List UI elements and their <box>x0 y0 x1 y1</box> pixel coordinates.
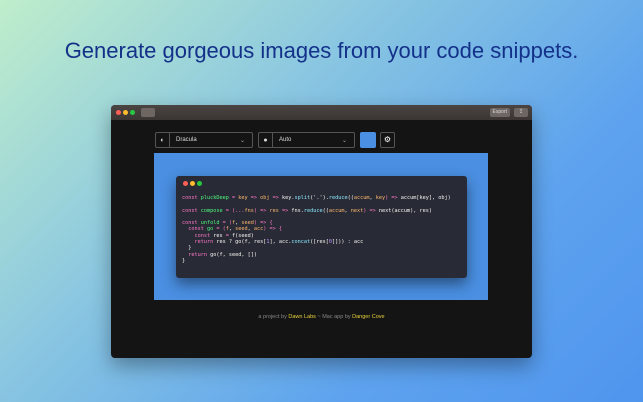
footer-text: a project by <box>258 314 289 320</box>
theme-dropdown[interactable]: ◐ Dracula ⌄ <box>155 132 253 148</box>
code-token: = ( <box>219 220 232 227</box>
code-token: } <box>182 257 186 264</box>
code-window[interactable]: const pluckDeep = key => obj => key.spli… <box>176 176 467 278</box>
code-token: accum[key], obj) <box>400 195 451 201</box>
code-token: key <box>375 195 386 201</box>
danger-cove-link[interactable]: Danger Cove <box>352 314 384 320</box>
language-value: Auto <box>279 137 292 143</box>
background-color-picker[interactable] <box>360 132 376 148</box>
theme-value: Dracula <box>176 137 197 143</box>
code-token: ) => <box>363 207 379 214</box>
code-token: res <box>213 232 223 239</box>
code-line: const pluckDeep = key => obj => key.spli… <box>182 195 451 201</box>
code-token: key <box>238 195 248 201</box>
share-icon[interactable]: ⇪ <box>514 108 528 117</box>
code-token: ([res[ <box>310 239 329 246</box>
red-dot-icon <box>183 181 188 186</box>
code-token: => <box>247 195 261 201</box>
code-token: go(f, seed, []) <box>210 251 257 258</box>
chevron-down-icon: ⌄ <box>342 137 348 144</box>
code-token: key. <box>281 195 295 201</box>
dawn-labs-link[interactable]: Dawn Labs <box>288 314 316 320</box>
code-token: } <box>182 245 192 252</box>
chevron-down-icon: ⌄ <box>240 137 246 144</box>
code-token: seed <box>235 226 248 233</box>
code-token: reduce <box>303 207 323 214</box>
headline: Generate gorgeous images from your code … <box>64 38 579 63</box>
language-dropdown[interactable]: ● Auto ⌄ <box>258 132 355 148</box>
code-token: ) => <box>385 195 401 201</box>
code-token: => <box>278 207 292 214</box>
green-dot-icon <box>197 181 202 186</box>
code-token: = <box>222 232 232 239</box>
settings-button[interactable]: ⚙ <box>380 132 395 148</box>
code-token: ) => { <box>263 226 282 233</box>
code-line: const compose = (...fns) => res => fns.r… <box>182 208 451 214</box>
code-token: next <box>350 207 364 214</box>
code-token: ) => <box>253 207 270 214</box>
code-line: } <box>182 258 451 264</box>
code-token: split <box>294 195 311 201</box>
zoom-button[interactable] <box>130 110 135 115</box>
close-button[interactable] <box>116 110 121 115</box>
code-token: const <box>182 220 201 227</box>
globe-icon: ● <box>259 133 273 147</box>
yellow-dot-icon <box>190 181 195 186</box>
minimize-button[interactable] <box>123 110 128 115</box>
code-token: unfold <box>200 220 220 227</box>
code-token: accum <box>328 207 345 214</box>
code-token: ], acc. <box>269 239 292 246</box>
code-token: return <box>182 239 217 246</box>
sidebar-toggle-icon[interactable] <box>141 108 155 117</box>
code-token: next(accum), res) <box>378 207 432 214</box>
code-token: = ( <box>213 226 226 233</box>
code-token: = <box>228 195 239 201</box>
code-token: const <box>182 207 201 214</box>
code-token: const <box>182 195 201 201</box>
app-window: Export ⇪ ◐ Dracula ⌄ ● Auto ⌄ ⚙ const pl… <box>111 105 532 358</box>
code-token: concat <box>291 239 311 246</box>
code-token: acc <box>253 226 264 233</box>
code-token: const <box>182 226 207 233</box>
code-token: reduce <box>328 195 348 201</box>
code-token: = (... <box>222 207 245 214</box>
code-token: res ? go(f, res[ <box>216 239 267 246</box>
code-token: ('.'). <box>310 195 329 201</box>
code-editor[interactable]: const pluckDeep = key => obj => key.spli… <box>182 195 451 264</box>
export-canvas: const pluckDeep = key => obj => key.spli… <box>154 153 488 300</box>
code-token: compose <box>200 207 223 214</box>
code-token: const <box>182 232 214 239</box>
title-bar: Export ⇪ <box>111 105 532 120</box>
code-token: seed <box>241 220 254 227</box>
code-token: accum <box>353 195 370 201</box>
code-token: => <box>269 195 282 201</box>
code-token: fns. <box>291 207 304 214</box>
gear-icon: ⚙ <box>383 135 392 144</box>
export-button[interactable]: Export <box>489 108 510 117</box>
code-token: ]])) : acc <box>331 239 364 246</box>
code-token: return <box>182 251 211 258</box>
code-token: fns <box>244 207 254 214</box>
footer-text: ~ Mac app by <box>315 314 353 320</box>
code-token: pluckDeep <box>200 195 229 201</box>
code-token: ) => { <box>253 220 273 227</box>
palette-icon: ◐ <box>156 133 170 147</box>
code-token: res <box>269 207 279 214</box>
code-token: f(seed) <box>231 232 254 239</box>
footer: a project by Dawn Labs ~ Mac app by Dang… <box>111 314 532 320</box>
